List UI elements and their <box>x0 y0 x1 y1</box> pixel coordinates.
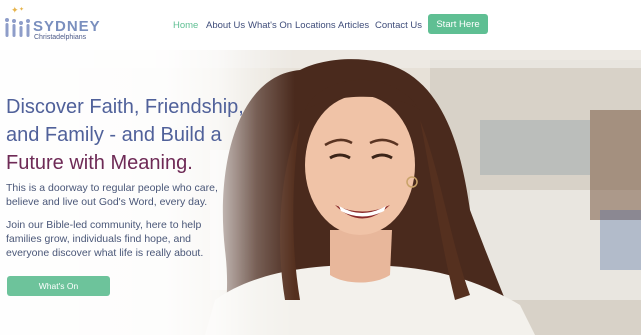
svg-text:✦: ✦ <box>19 6 24 13</box>
page: ✦ ✦ SYDNEY Christadelphians Home About U… <box>0 0 641 335</box>
hero-headline-main: Discover Faith, Friendship, and Family -… <box>6 96 244 146</box>
site-logo[interactable]: ✦ ✦ SYDNEY Christadelphians <box>2 4 112 44</box>
nav-item-home[interactable]: Home <box>173 20 206 31</box>
logo-name: SYDNEY <box>33 18 101 35</box>
nav-item-whats-on[interactable]: What's On <box>248 20 295 31</box>
site-header: ✦ ✦ SYDNEY Christadelphians Home About U… <box>0 0 641 50</box>
hero-intro-paragraph: This is a doorway to regular people who … <box>6 182 218 208</box>
main-nav: Home About Us What's On Locations Articl… <box>173 18 422 32</box>
hero-headline-accent: Future with Meaning. <box>6 152 193 174</box>
hero-community-paragraph: Join our Bible-led community, here to he… <box>6 219 204 259</box>
nav-item-locations[interactable]: Locations <box>295 20 338 31</box>
nav-item-about-us[interactable]: About Us <box>206 20 248 31</box>
hero-headline: Discover Faith, Friendship, and Family -… <box>6 93 266 177</box>
nav-item-articles[interactable]: Articles <box>338 20 375 31</box>
svg-text:✦: ✦ <box>11 6 19 16</box>
whats-on-button[interactable]: What's On <box>7 276 110 296</box>
logo-subtitle: Christadelphians <box>34 34 87 41</box>
nav-item-contact-us[interactable]: Contact Us <box>375 20 422 31</box>
start-here-button[interactable]: Start Here <box>428 14 488 34</box>
logo-people-icon: ✦ ✦ <box>5 6 30 37</box>
